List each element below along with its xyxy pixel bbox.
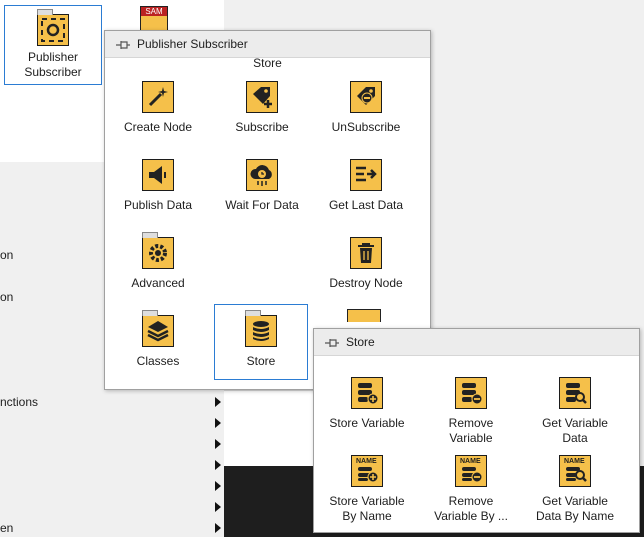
- tag-minus-icon: [350, 81, 382, 113]
- list-arrow-icon: [350, 159, 382, 191]
- popup-title-bar: Publisher Subscriber: [105, 31, 430, 58]
- pin-icon[interactable]: [324, 337, 340, 349]
- popup-title: Store: [346, 335, 375, 349]
- wand-icon: [142, 81, 174, 113]
- gear-icon: [142, 232, 174, 269]
- get-last-data-item[interactable]: Get Last Data: [316, 159, 416, 213]
- background-panel: [224, 390, 316, 467]
- palette-item-publisher-subscriber[interactable]: Publisher Subscriber: [4, 5, 102, 85]
- submenu-arrow-icon[interactable]: [215, 439, 221, 449]
- background-area: [224, 0, 644, 30]
- submenu-arrow-icon[interactable]: [215, 460, 221, 470]
- cloud-clock-icon: [246, 159, 278, 191]
- item-label: Publish Data: [123, 198, 193, 212]
- popup-title: Publisher Subscriber: [137, 37, 248, 51]
- item-label: Remove Variable By ...: [434, 494, 508, 523]
- item-label: Store Variable By Name: [329, 494, 405, 523]
- submenu-arrow-icon[interactable]: [215, 397, 221, 407]
- db-search-icon: [559, 377, 591, 409]
- create-node-item[interactable]: Create Node: [108, 81, 208, 135]
- item-label: Store Variable: [329, 416, 405, 430]
- layers-icon: [142, 310, 174, 347]
- get-variable-data-item[interactable]: Get Variable Data: [525, 377, 625, 446]
- store-variable-item[interactable]: Store Variable: [317, 377, 417, 431]
- item-label: Get Variable Data By Name: [535, 494, 615, 523]
- advanced-item[interactable]: Advanced: [108, 232, 208, 291]
- item-label: Advanced: [131, 276, 185, 290]
- name-search-icon: NAME: [559, 455, 591, 487]
- db-plus-icon: [351, 377, 383, 409]
- palette-category-fragment[interactable]: nctions: [0, 395, 38, 409]
- store-item[interactable]: Store: [214, 304, 308, 380]
- item-label: Wait For Data: [225, 198, 299, 212]
- partial-icon: [347, 309, 381, 322]
- popup-subtitle: Store: [253, 56, 282, 70]
- publish-data-item[interactable]: Publish Data: [108, 159, 208, 213]
- item-label: Destroy Node: [329, 276, 403, 290]
- submenu-arrow-icon[interactable]: [215, 418, 221, 428]
- sam-icon[interactable]: SAM: [140, 0, 168, 34]
- submenu-arrow-icon[interactable]: [215, 523, 221, 533]
- publisher-subscriber-icon: [37, 9, 69, 46]
- item-label: Classes: [136, 354, 180, 368]
- classes-item[interactable]: Classes: [108, 310, 208, 369]
- tag-plus-icon: [246, 81, 278, 113]
- item-label: Subscribe: [235, 120, 289, 134]
- item-label: UnSubscribe: [331, 120, 401, 134]
- item-label: Store: [246, 354, 276, 368]
- popup-title-bar: Store: [314, 329, 639, 356]
- palette-category-fragment[interactable]: on: [0, 290, 13, 304]
- name-plus-icon: NAME: [351, 455, 383, 487]
- remove-variable-item[interactable]: Remove Variable: [421, 377, 521, 446]
- wait-for-data-item[interactable]: Wait For Data: [212, 159, 312, 213]
- palette-category-fragment[interactable]: on: [0, 248, 13, 262]
- item-label: Remove Variable: [448, 416, 494, 445]
- item-label: Get Last Data: [328, 198, 404, 212]
- submenu-arrow-icon[interactable]: [215, 502, 221, 512]
- megaphone-icon: [142, 159, 174, 191]
- database-icon: [245, 310, 277, 347]
- item-label: Create Node: [123, 120, 193, 134]
- get-variable-data-by-name-item[interactable]: NAME Get Variable Data By Name: [525, 455, 625, 524]
- trash-icon: [350, 237, 382, 269]
- subscribe-item[interactable]: Subscribe: [212, 81, 312, 135]
- name-minus-icon: NAME: [455, 455, 487, 487]
- sam-badge: SAM: [141, 7, 167, 16]
- destroy-node-item[interactable]: Destroy Node: [316, 237, 416, 291]
- item-label: Get Variable Data: [542, 416, 608, 445]
- unsubscribe-item[interactable]: UnSubscribe: [316, 81, 416, 135]
- palette-category-fragment[interactable]: en: [0, 521, 13, 535]
- store-variable-by-name-item[interactable]: NAME Store Variable By Name: [317, 455, 417, 524]
- remove-variable-by-name-item[interactable]: NAME Remove Variable By ...: [421, 455, 521, 524]
- palette-item-label: Publisher Subscriber: [24, 50, 82, 79]
- pin-icon[interactable]: [115, 39, 131, 51]
- store-popup: Store Store Variable Remove Variable Get…: [313, 328, 640, 533]
- submenu-arrow-icon[interactable]: [215, 481, 221, 491]
- db-minus-icon: [455, 377, 487, 409]
